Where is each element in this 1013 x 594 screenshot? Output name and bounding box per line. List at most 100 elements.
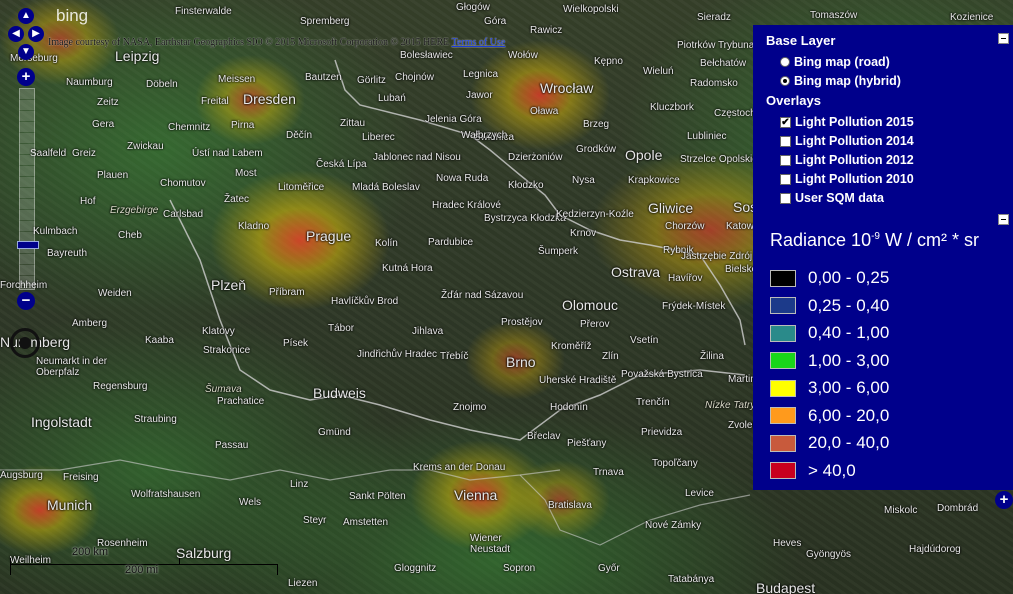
terms-of-use-link[interactable]: Terms of Use [452, 37, 506, 48]
place-label: Opole [625, 147, 663, 163]
place-label: Plzeň [211, 277, 247, 293]
overlay-option-2015[interactable]: ✔ Light Pollution 2015 [780, 115, 914, 129]
overlay-label: Light Pollution 2010 [795, 172, 914, 186]
place-label: Martin [728, 374, 756, 385]
place-label: Klatovy [202, 326, 235, 337]
place-label: Chorzów [665, 221, 705, 232]
place-label: Liezen [288, 578, 318, 589]
locate-icon[interactable] [10, 328, 40, 358]
legend-label: 0,40 - 1,00 [808, 323, 890, 342]
place-label: Prostějov [501, 317, 543, 328]
place-label: Havlíčkův Brod [331, 296, 399, 307]
place-label: Dresden [243, 91, 296, 107]
place-label: Győr [598, 563, 620, 574]
place-label: Tábor [328, 323, 355, 334]
place-label: Brzeg [583, 119, 610, 130]
place-label: Wiener Neustadt [470, 533, 511, 555]
place-label: Vienna [454, 487, 498, 503]
minimize-layers-button[interactable] [998, 33, 1009, 44]
overlay-checkbox-2010[interactable] [780, 173, 791, 185]
place-label: Regensburg [93, 381, 148, 392]
place-label: Leipzig [115, 48, 160, 64]
place-label: Wielkopolski [563, 4, 619, 15]
place-label: Bolesławiec [400, 50, 453, 61]
place-label: Žatec [224, 194, 250, 205]
place-label: Strzelce Opolskie [680, 154, 758, 165]
legend-swatch [770, 434, 796, 452]
place-label: Prievidza [641, 427, 683, 438]
place-label: Mladá Boleslav [352, 182, 420, 193]
place-label: Nysa [572, 175, 595, 186]
place-label: Chemnitz [168, 122, 211, 133]
overlay-checkbox-sqm[interactable] [780, 192, 791, 204]
base-layer-hybrid-option[interactable]: Bing map (hybrid) [780, 74, 901, 88]
place-label: Olomouc [562, 297, 619, 313]
place-label: Rawicz [530, 25, 563, 36]
overlay-option-2010[interactable]: Light Pollution 2010 [780, 172, 914, 186]
place-label: Strakonice [203, 345, 251, 356]
pan-down-icon[interactable]: ▼ [18, 44, 34, 60]
place-label: Budapest [756, 580, 816, 594]
place-label: Třebíč [440, 351, 469, 362]
pan-control: ▲ ◀ ▶ ▼ [8, 8, 44, 60]
place-label: Cheb [118, 230, 142, 241]
pan-left-icon[interactable]: ◀ [8, 26, 24, 42]
place-label: Budweis [313, 385, 366, 401]
place-label: Ústí nad Labem [192, 148, 263, 159]
place-label: Nowa Ruda [436, 173, 489, 184]
place-label: Kolín [375, 238, 398, 249]
place-label: Přerov [580, 319, 610, 330]
place-label: Považská Bystrica [621, 369, 703, 380]
place-label: Most [235, 168, 257, 179]
legend-row: 1,00 - 3,00 [770, 351, 889, 371]
legend-row: 20,0 - 40,0 [770, 433, 889, 453]
minimize-legend-button[interactable] [998, 214, 1009, 225]
place-label: Kępno [594, 56, 623, 67]
legend-title-suffix: W / cm² * sr [879, 230, 979, 250]
place-label: Nové Zámky [645, 520, 702, 531]
zoom-out-button[interactable]: − [17, 292, 35, 310]
legend-label: 1,00 - 3,00 [808, 350, 890, 370]
overlay-label: Light Pollution 2015 [795, 115, 914, 129]
pan-right-icon[interactable]: ▶ [28, 26, 44, 42]
overlay-checkbox-2015[interactable]: ✔ [780, 116, 791, 128]
place-label: Radomsko [690, 78, 738, 89]
place-label: Sankt Pölten [349, 491, 406, 502]
overlay-checkbox-2012[interactable] [780, 154, 791, 166]
place-label: Kędzierzyn-Koźle [556, 209, 634, 220]
place-label: Erzgebirge [110, 205, 159, 216]
zoom-in-button[interactable]: + [17, 68, 35, 86]
place-label: Vsetín [630, 335, 659, 346]
place-label: Wałbrzych [461, 130, 508, 141]
overlay-option-sqm[interactable]: User SQM data [780, 191, 884, 205]
radio-hybrid[interactable] [780, 76, 790, 86]
pan-up-icon[interactable]: ▲ [18, 8, 34, 24]
place-label: Jawor [466, 90, 493, 101]
place-label: Znojmo [453, 402, 487, 413]
scale-label-mi: 200 mi [125, 564, 159, 576]
place-label: Brno [506, 354, 536, 370]
radio-road[interactable] [780, 57, 790, 67]
place-label: Wels [239, 497, 262, 508]
place-label: Gliwice [648, 200, 694, 216]
place-label: Kulmbach [33, 226, 78, 237]
overlay-option-2014[interactable]: Light Pollution 2014 [780, 134, 914, 148]
place-label: Nízke Tatry [705, 400, 756, 411]
place-label: Kladno [238, 221, 270, 232]
expand-panel-button[interactable]: + [995, 491, 1013, 509]
place-label: Krems an der Donau [413, 462, 506, 473]
place-label: Döbeln [146, 79, 178, 90]
place-label: Plauen [97, 170, 129, 181]
zoom-slider-track[interactable] [17, 88, 39, 290]
map-credit: Image courtesy of NASA, Earthstar Geogra… [48, 37, 505, 48]
overlay-checkbox-2014[interactable] [780, 135, 791, 147]
legend-swatch [770, 324, 796, 342]
overlay-option-2012[interactable]: Light Pollution 2012 [780, 153, 914, 167]
place-label: Sieradz [697, 12, 731, 23]
place-label: Pirna [231, 120, 255, 131]
place-label: Meissen [218, 74, 256, 85]
zoom-slider-handle[interactable] [17, 241, 39, 249]
place-label: Tatabánya [668, 574, 715, 585]
base-layer-road-option[interactable]: Bing map (road) [780, 55, 890, 69]
zoom-control: + − [15, 68, 39, 310]
